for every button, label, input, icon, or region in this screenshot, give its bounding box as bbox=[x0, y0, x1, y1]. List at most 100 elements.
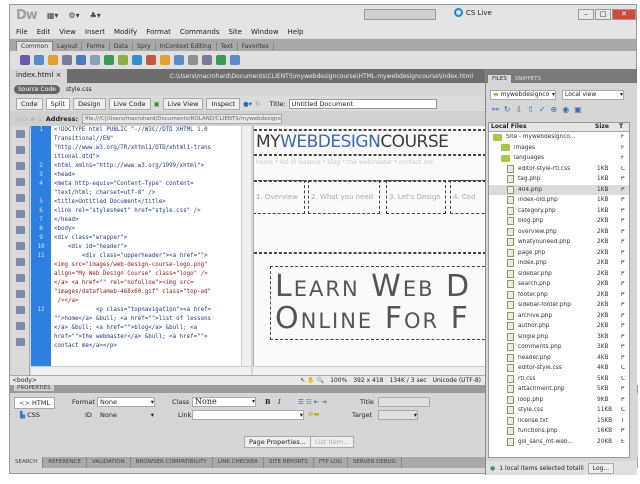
list-item-button[interactable]: List Item... bbox=[310, 436, 355, 448]
insert-tab-incontext-editing[interactable]: InContext Editing bbox=[156, 42, 217, 51]
file-row[interactable]: rtl.css 5KB C bbox=[489, 374, 629, 385]
menu-window[interactable]: Window bbox=[251, 28, 279, 36]
menu-commands[interactable]: Commands bbox=[180, 28, 220, 36]
insert-icon-12[interactable] bbox=[188, 55, 198, 65]
file-row[interactable]: blog.php 2KB P bbox=[489, 216, 629, 227]
file-row[interactable]: images F bbox=[489, 143, 629, 154]
apply-comment-icon[interactable] bbox=[16, 290, 25, 298]
insert-tab-text[interactable]: Text bbox=[217, 42, 238, 51]
insert-icon-5[interactable] bbox=[90, 55, 100, 65]
format-source-icon[interactable] bbox=[16, 338, 25, 346]
insert-icon-7[interactable] bbox=[118, 55, 128, 65]
collapse-tag-icon[interactable] bbox=[16, 146, 25, 154]
insert-icon-9[interactable] bbox=[146, 55, 156, 65]
file-row[interactable]: style.css 11KB C bbox=[489, 405, 629, 416]
html-mode-button[interactable]: <> HTML bbox=[14, 397, 56, 409]
col-local-files[interactable]: Local Files bbox=[491, 123, 595, 131]
layout-menu[interactable]: ▦▾ bbox=[47, 11, 59, 20]
source-code-button[interactable]: Source Code bbox=[14, 85, 60, 94]
check-browser-icon[interactable]: ▣ bbox=[154, 100, 160, 108]
file-row[interactable]: 404.php 1KB P bbox=[489, 184, 629, 195]
insert-icon-8[interactable] bbox=[132, 55, 142, 65]
file-row[interactable]: single.php 3KB P bbox=[489, 332, 629, 343]
tab-reference[interactable]: REFERENCE bbox=[43, 457, 87, 468]
cs-live-button[interactable]: CS Live bbox=[454, 8, 492, 17]
file-row[interactable]: index.php 2KB P bbox=[489, 258, 629, 269]
tab-site-reports[interactable]: SITE REPORTS bbox=[264, 457, 314, 468]
code-hscrollbar[interactable] bbox=[31, 366, 251, 375]
expand-all-icon[interactable] bbox=[16, 178, 25, 186]
close-tab-icon[interactable]: × bbox=[56, 71, 62, 79]
design-view-button[interactable]: Design bbox=[73, 97, 106, 110]
file-row[interactable]: index-old.php 1KB P bbox=[489, 195, 629, 206]
collapse-selection-icon[interactable] bbox=[16, 162, 25, 170]
tab-ftp-log[interactable]: FTP LOG bbox=[314, 457, 348, 468]
file-row[interactable]: loop.php 9KB P bbox=[489, 395, 629, 406]
insert-tab-data[interactable]: Data bbox=[110, 42, 134, 51]
split-view-button[interactable]: Split bbox=[45, 97, 71, 110]
search-input[interactable] bbox=[364, 9, 436, 20]
design-hscrollbar[interactable] bbox=[253, 366, 485, 375]
css-mode-button[interactable]: ▙ CSS bbox=[20, 411, 40, 419]
files-toolbar-icons[interactable]: ⚯↻⇩⇧✓⊕◉▣ bbox=[492, 105, 587, 114]
insert-tab-layout[interactable]: Layout bbox=[53, 42, 83, 51]
target-select[interactable]: ▾ bbox=[378, 410, 418, 420]
menu-file[interactable]: File bbox=[16, 28, 28, 36]
file-row[interactable]: attachment.php 5KB P bbox=[489, 384, 629, 395]
menu-view[interactable]: View bbox=[59, 28, 76, 36]
class-select[interactable]: None ▾ bbox=[192, 397, 256, 407]
select-parent-icon[interactable] bbox=[16, 194, 25, 202]
window-size[interactable]: 392 x 418 bbox=[353, 377, 383, 384]
insert-icon-6[interactable] bbox=[104, 55, 114, 65]
code-scrollbar[interactable] bbox=[241, 126, 251, 366]
file-row[interactable]: gill_sans_mt-web... 20KB E bbox=[489, 437, 629, 448]
highlight-invalid-icon[interactable] bbox=[16, 242, 25, 250]
code-editor[interactable]: <!DOCTYPE html PUBLIC "-//W3C//DTD XHTML… bbox=[51, 126, 241, 366]
design-view[interactable]: MYWEBDESIGNCOURSE home * list of lessons… bbox=[253, 126, 485, 366]
open-documents-icon[interactable] bbox=[16, 130, 25, 138]
id-select[interactable]: None ▾ bbox=[97, 410, 155, 420]
file-row[interactable]: editor-style-rtl.css 1KB C bbox=[489, 164, 629, 175]
file-row[interactable]: editor-style.css 4KB C bbox=[489, 363, 629, 374]
word-wrap-icon[interactable] bbox=[16, 258, 25, 266]
bold-button[interactable]: B bbox=[265, 398, 271, 406]
minimize-button[interactable]: – bbox=[578, 9, 594, 20]
tab-snippets[interactable]: SNIPPETS bbox=[511, 75, 545, 83]
col-size[interactable]: Size bbox=[595, 123, 619, 131]
address-input[interactable]: file:///C|/Users/macrohard/Documents/ROL… bbox=[82, 113, 283, 124]
file-row[interactable]: Site - mywebdesignco... F bbox=[489, 132, 629, 143]
select-tool-icon[interactable]: ↖ ✋ 🔍 bbox=[300, 377, 324, 384]
menu-insert[interactable]: Insert bbox=[85, 28, 105, 36]
insert-tab-favorites[interactable]: Favorites bbox=[238, 42, 274, 51]
syntax-coloring-icon[interactable] bbox=[16, 274, 25, 282]
file-row[interactable]: archive.php 2KB P bbox=[489, 311, 629, 322]
tab-index-html[interactable]: index.html × bbox=[10, 69, 68, 83]
insert-tab-forms[interactable]: Forms bbox=[82, 42, 110, 51]
view-select[interactable]: Local view ▾ bbox=[562, 90, 624, 100]
live-view-button[interactable]: Live View bbox=[162, 97, 204, 110]
close-button[interactable]: ✕ bbox=[612, 9, 636, 20]
menu-site[interactable]: Site bbox=[228, 28, 241, 36]
file-row[interactable]: search.php 2KB P bbox=[489, 279, 629, 290]
file-row[interactable]: footer.php 2KB P bbox=[489, 290, 629, 301]
file-row[interactable]: header.php 4KB P bbox=[489, 353, 629, 364]
file-row[interactable]: license.txt 15KB T bbox=[489, 416, 629, 427]
extend-menu[interactable]: ⚙▾ bbox=[68, 11, 79, 20]
refresh-icon[interactable]: ↻ bbox=[255, 100, 260, 108]
properties-tab[interactable]: PROPERTIES bbox=[14, 385, 54, 391]
back-icon[interactable]: ◁ ▷ ⊗ ⌂ bbox=[16, 115, 42, 123]
insert-tab-common[interactable]: Common bbox=[16, 41, 54, 51]
body-tag[interactable]: <body> bbox=[12, 377, 37, 384]
log-button[interactable]: Log... bbox=[587, 462, 615, 474]
file-row[interactable]: author.php 2KB P bbox=[489, 321, 629, 332]
tab-validation[interactable]: VALIDATION bbox=[87, 457, 131, 468]
site-menu[interactable]: ♣▾ bbox=[90, 11, 101, 20]
italic-button[interactable]: I bbox=[278, 398, 281, 406]
live-code-button[interactable]: Live Code bbox=[108, 97, 151, 110]
file-row[interactable]: tag.php 1KB P bbox=[489, 174, 629, 185]
title-attr-input[interactable] bbox=[378, 397, 430, 407]
tab-link-checker[interactable]: LINK CHECKER bbox=[213, 457, 264, 468]
insert-icon-10[interactable] bbox=[160, 55, 170, 65]
indent-icon[interactable] bbox=[16, 322, 25, 330]
file-row[interactable]: functions.php 16KB P bbox=[489, 426, 629, 437]
